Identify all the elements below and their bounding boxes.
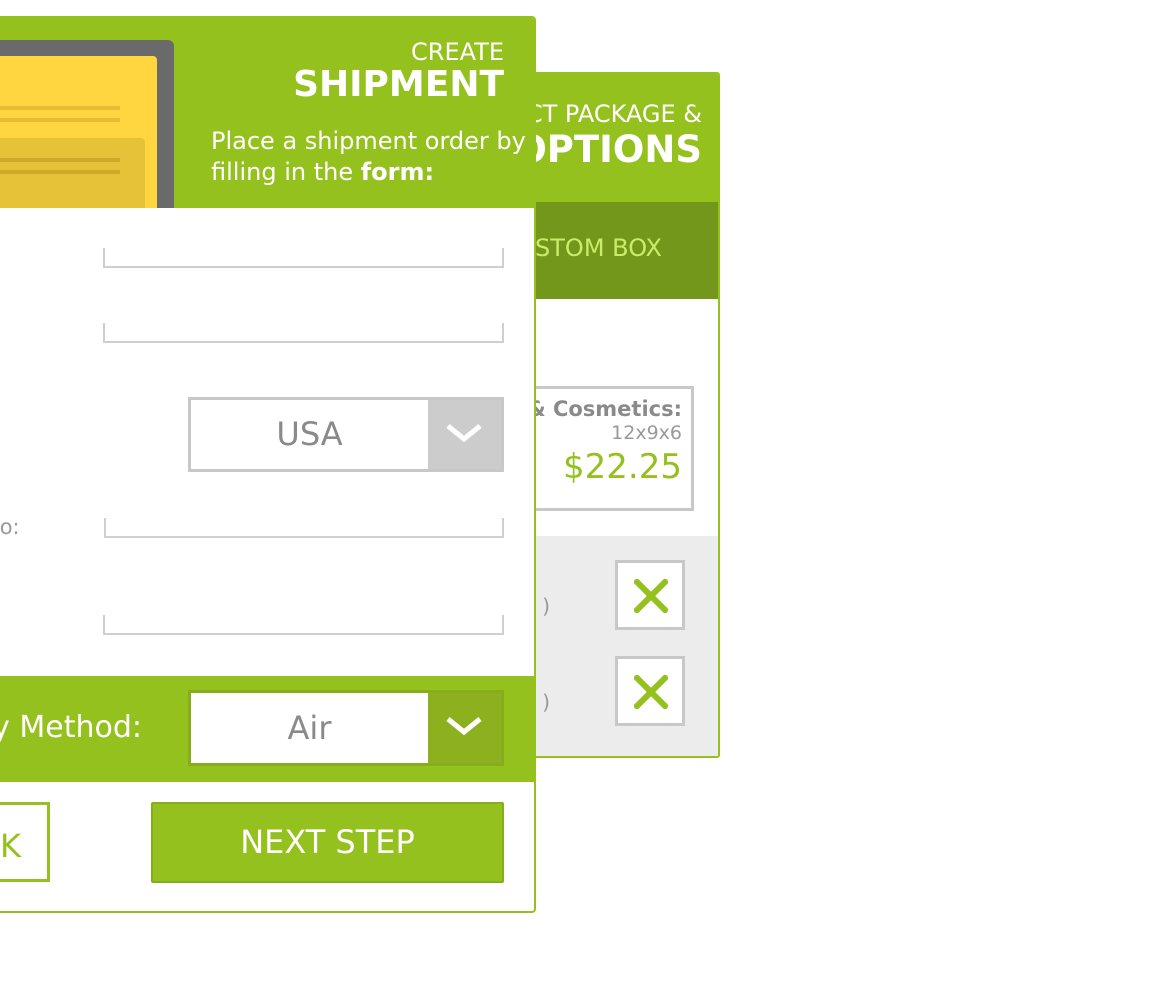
text-input[interactable] [103,323,504,343]
illustration-line [0,158,120,162]
country-select[interactable]: USA [188,397,504,472]
delivery-method-select[interactable]: Air [188,690,504,766]
description-line-2: filling in the form: [211,157,526,188]
text-input[interactable] [103,615,504,635]
illustration-line [0,170,120,174]
close-icon [634,675,668,709]
description-line-1: Place a shipment order by [211,127,526,155]
text-input[interactable] [103,248,504,268]
remove-option-button[interactable] [615,560,685,630]
chevron-down-icon [446,424,482,443]
next-step-label: NEXT STEP [240,823,415,861]
form-illustration-block [0,138,145,208]
country-select-value: USA [276,415,343,453]
description-text: filling in the [211,158,361,186]
country-dropdown-toggle[interactable] [428,400,501,469]
chevron-down-icon [446,717,482,736]
delivery-dropdown-toggle[interactable] [428,693,501,763]
shipment-title: SHIPMENT [293,64,504,105]
phone-input[interactable] [104,518,504,538]
package-dimensions: 12x9x6 [611,422,682,444]
package-name: & Cosmetics: [527,397,682,421]
shipment-panel-header: CREATE SHIPMENT Place a shipment order b… [0,18,534,208]
description-bold-text: form: [360,158,435,186]
package-card[interactable]: & Cosmetics: 12x9x6 $22.25 [522,386,694,511]
shipment-description: Place a shipment order by filling in the… [211,126,526,188]
delivery-method-label: y Method: [0,710,142,745]
remove-option-button[interactable] [615,656,685,726]
package-price: $22.25 [563,447,682,487]
delivery-method-value: Air [287,709,332,747]
create-shipment-panel: CREATE SHIPMENT Place a shipment order b… [0,16,536,913]
next-step-button[interactable]: NEXT STEP [151,802,504,883]
illustration-line [0,106,120,110]
package-panel-title-small: CT PACKAGE & [525,100,702,128]
shipment-title-small: CREATE [411,38,504,66]
delivery-method-bar: y Method: Air [0,676,534,782]
close-icon [634,579,668,613]
back-button[interactable]: K [0,802,50,882]
package-panel-title: OPTIONS [515,128,702,171]
back-button-label: K [0,827,21,865]
phone-label: No: [0,515,20,539]
illustration-line [0,118,120,122]
